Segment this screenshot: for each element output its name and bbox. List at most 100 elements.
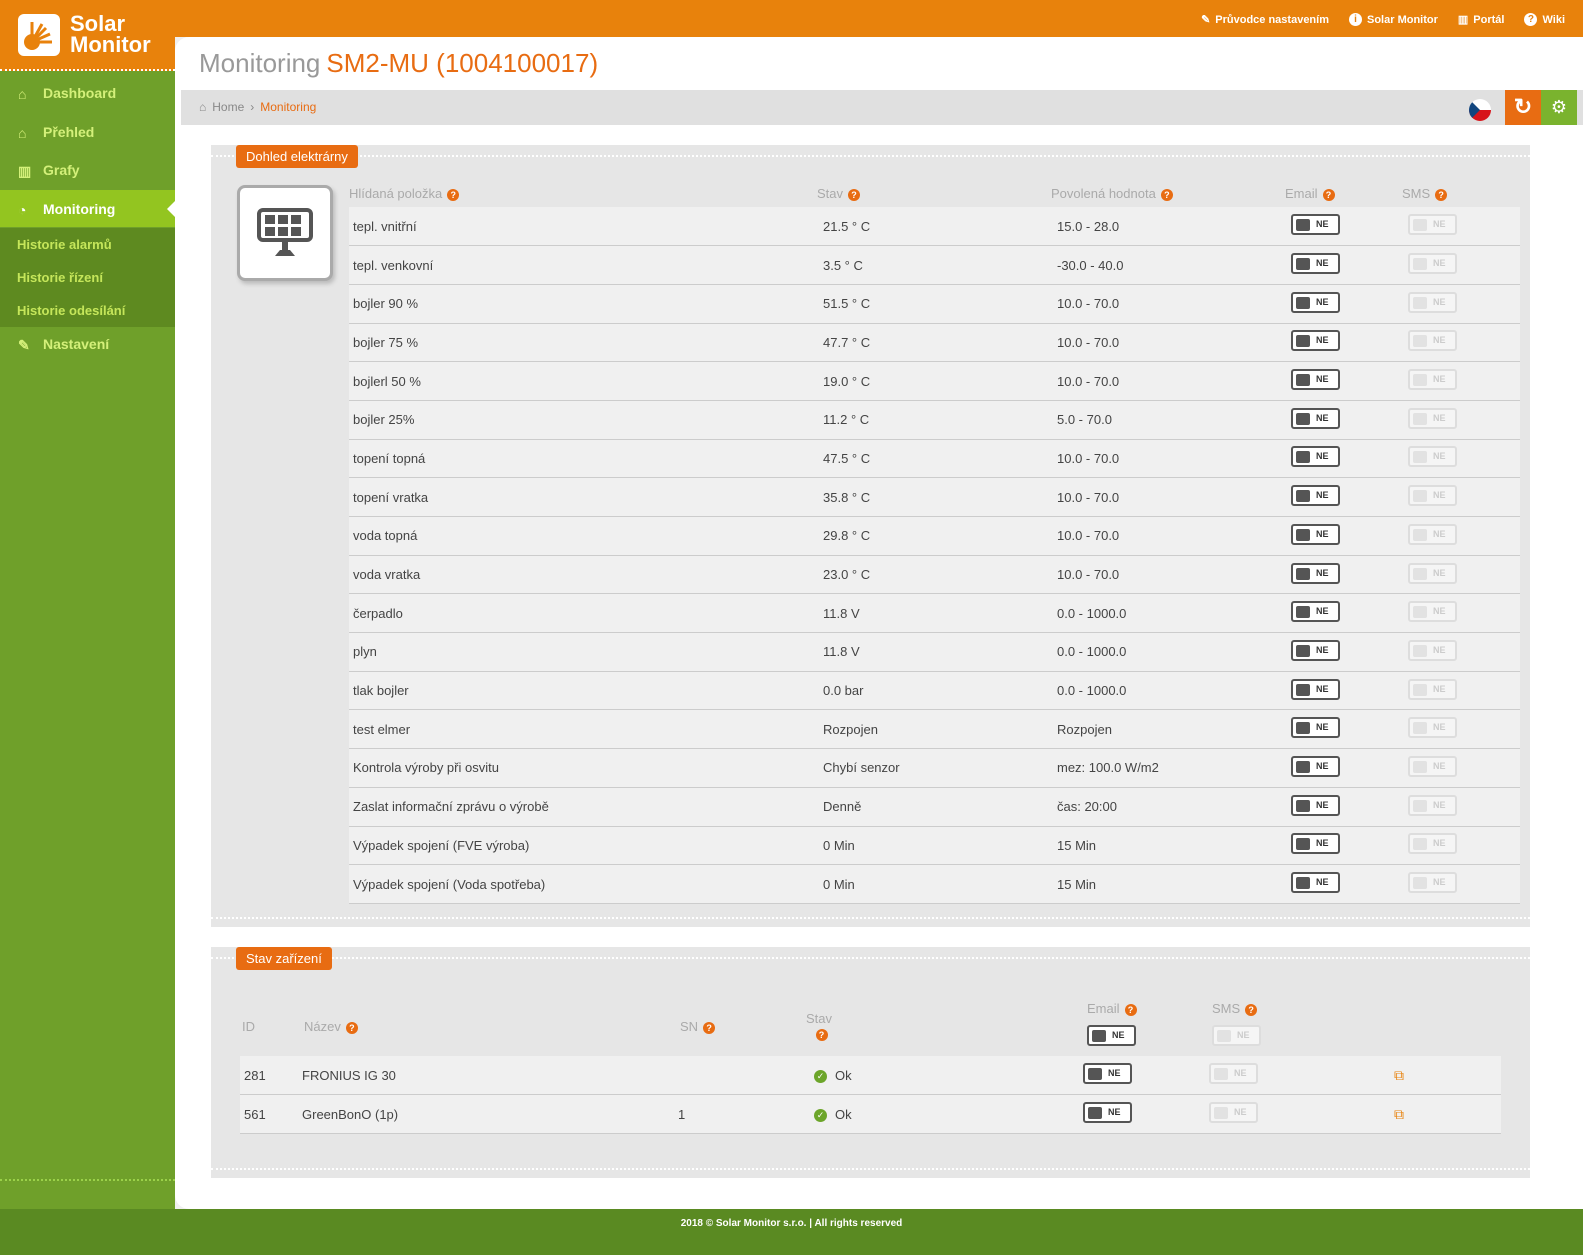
check-icon: ✓ [814, 1069, 827, 1083]
item-allowed: 5.0 - 70.0 [1051, 400, 1285, 440]
help-icon[interactable]: ? [1435, 188, 1448, 201]
item-name: tlak bojler [349, 671, 817, 711]
email-toggle[interactable]: NE [1291, 755, 1340, 777]
sms-toggle[interactable]: NE [1408, 214, 1457, 236]
help-icon[interactable]: ? [1322, 188, 1335, 201]
external-link-icon[interactable]: ⧉ [1394, 1067, 1404, 1083]
settings-button[interactable]: ⚙ [1541, 90, 1577, 125]
sms-toggle[interactable]: NE [1209, 1102, 1258, 1124]
sms-toggle[interactable]: NE [1408, 601, 1457, 623]
email-toggle[interactable]: NE [1291, 678, 1340, 700]
item-state: 23.0 ° C [817, 555, 1051, 595]
item-allowed: 0.0 - 1000.0 [1051, 593, 1285, 634]
top-bar: ✎ Průvodce nastavením i Solar Monitor ▥ Por… [0, 0, 1583, 37]
sms-toggle[interactable]: NE [1408, 369, 1457, 391]
nav-grafy[interactable]: ▥ Grafy [0, 151, 175, 188]
email-toggle[interactable]: NE [1291, 601, 1340, 623]
sms-toggle[interactable]: NE [1408, 485, 1457, 507]
toplink-solar-monitor[interactable]: i Solar Monitor [1349, 13, 1438, 26]
help-icon[interactable]: ? [345, 1022, 358, 1034]
sms-toggle[interactable]: NE [1408, 446, 1457, 468]
subnav-historie-odesilani[interactable]: Historie odesílání [0, 294, 175, 327]
email-toggle[interactable]: NE [1291, 369, 1340, 391]
item-state: 29.8 ° C [817, 516, 1051, 556]
logo[interactable]: Solar Monitor [0, 0, 175, 71]
help-icon[interactable]: ? [1124, 1004, 1137, 1016]
sms-toggle[interactable]: NE [1408, 291, 1457, 313]
refresh-button[interactable]: ↻ [1505, 90, 1541, 125]
device-name: FRONIUS IG 30 [302, 1056, 678, 1096]
wrench-icon: ✎ [18, 336, 30, 353]
help-icon[interactable]: ? [1245, 1004, 1258, 1016]
email-toggle[interactable]: NE [1291, 253, 1340, 275]
nav-monitoring[interactable]: ◔ Monitoring [0, 190, 175, 227]
item-state: 19.0 ° C [817, 361, 1051, 401]
sms-toggle[interactable]: NE [1408, 872, 1457, 894]
item-name: Výpadek spojení (Voda spotřeba) [349, 864, 817, 904]
item-state: Chybí senzor [817, 748, 1051, 788]
table-row: bojler 90 % 51.5 ° C 10.0 - 70.0 NE NE [349, 284, 1520, 324]
email-toggle[interactable]: NE [1291, 214, 1340, 236]
help-icon[interactable]: ? [815, 1029, 828, 1041]
toplink-wizard[interactable]: ✎ Průvodce nastavením [1201, 13, 1329, 27]
external-link-icon[interactable]: ⧉ [1394, 1106, 1404, 1122]
item-name: Zaslat informační zprávu o výrobě [349, 787, 817, 827]
item-state: 0 Min [817, 864, 1051, 904]
sms-all-toggle[interactable]: NE [1212, 1025, 1261, 1046]
item-state: 3.5 ° C [817, 245, 1051, 285]
table-row: Výpadek spojení (FVE výroba) 0 Min 15 Min N… [349, 826, 1520, 866]
email-all-toggle[interactable]: NE [1087, 1025, 1136, 1046]
device-id: 281 [240, 1056, 302, 1096]
email-toggle[interactable]: NE [1083, 1102, 1132, 1124]
item-name: bojlerl 50 % [349, 361, 817, 401]
email-toggle[interactable]: NE [1291, 407, 1340, 429]
help-icon[interactable]: ? [447, 188, 460, 201]
email-toggle[interactable]: NE [1291, 523, 1340, 545]
czech-flag-icon[interactable] [1469, 99, 1491, 121]
nav-nastaveni[interactable]: ✎ Nastavení [0, 325, 175, 362]
item-state: 11.2 ° C [817, 400, 1051, 440]
email-toggle[interactable]: NE [1291, 717, 1340, 739]
help-icon[interactable]: ? [1160, 188, 1173, 201]
sms-toggle[interactable]: NE [1408, 407, 1457, 429]
sms-toggle[interactable]: NE [1408, 330, 1457, 352]
sms-toggle[interactable]: NE [1408, 253, 1457, 275]
nav-prehled[interactable]: ⌂ Přehled [0, 113, 175, 150]
email-toggle[interactable]: NE [1291, 446, 1340, 468]
email-toggle[interactable]: NE [1291, 833, 1340, 855]
item-allowed: 10.0 - 70.0 [1051, 361, 1285, 401]
email-toggle[interactable]: NE [1291, 872, 1340, 894]
sms-toggle[interactable]: NE [1209, 1063, 1258, 1085]
sms-toggle[interactable]: NE [1408, 678, 1457, 700]
sms-toggle[interactable]: NE [1408, 562, 1457, 584]
sms-toggle[interactable]: NE [1408, 717, 1457, 739]
email-toggle[interactable]: NE [1291, 794, 1340, 816]
email-toggle[interactable]: NE [1291, 330, 1340, 352]
sms-toggle[interactable]: NE [1408, 523, 1457, 545]
toplink-wiki[interactable]: ? Wiki [1524, 13, 1565, 26]
email-toggle[interactable]: NE [1291, 291, 1340, 313]
device-state: Ok [835, 1106, 852, 1122]
nav-dashboard[interactable]: ⌂ Dashboard [0, 74, 175, 111]
email-toggle[interactable]: NE [1291, 639, 1340, 661]
sms-toggle[interactable]: NE [1408, 755, 1457, 777]
help-icon[interactable]: ? [848, 188, 861, 201]
breadcrumb: ⌂ Home › Monitoring [199, 100, 316, 114]
devices-table: 281 FRONIUS IG 30 ✓ Ok NE NE ⧉ 561 GreenBonO (1p… [240, 1056, 1501, 1134]
subnav-historie-rizeni[interactable]: Historie řízení [0, 261, 175, 294]
sms-toggle[interactable]: NE [1408, 794, 1457, 816]
sms-toggle[interactable]: NE [1408, 833, 1457, 855]
breadcrumb-home[interactable]: Home [212, 100, 244, 114]
col-sms: SMS? [1402, 179, 1520, 207]
toplink-portal[interactable]: ▥ Portál [1458, 13, 1505, 27]
subnav-historie-alarmu[interactable]: Historie alarmů [0, 228, 175, 261]
email-toggle[interactable]: NE [1291, 562, 1340, 584]
monitoring-subnav: Historie alarmů Historie řízení Historie… [0, 228, 175, 327]
email-toggle[interactable]: NE [1291, 485, 1340, 507]
email-toggle[interactable]: NE [1083, 1063, 1132, 1085]
item-allowed: 10.0 - 70.0 [1051, 439, 1285, 479]
gauge-icon: ◔ [18, 201, 27, 218]
item-name: topení topná [349, 439, 817, 479]
help-icon[interactable]: ? [703, 1022, 716, 1034]
sms-toggle[interactable]: NE [1408, 639, 1457, 661]
